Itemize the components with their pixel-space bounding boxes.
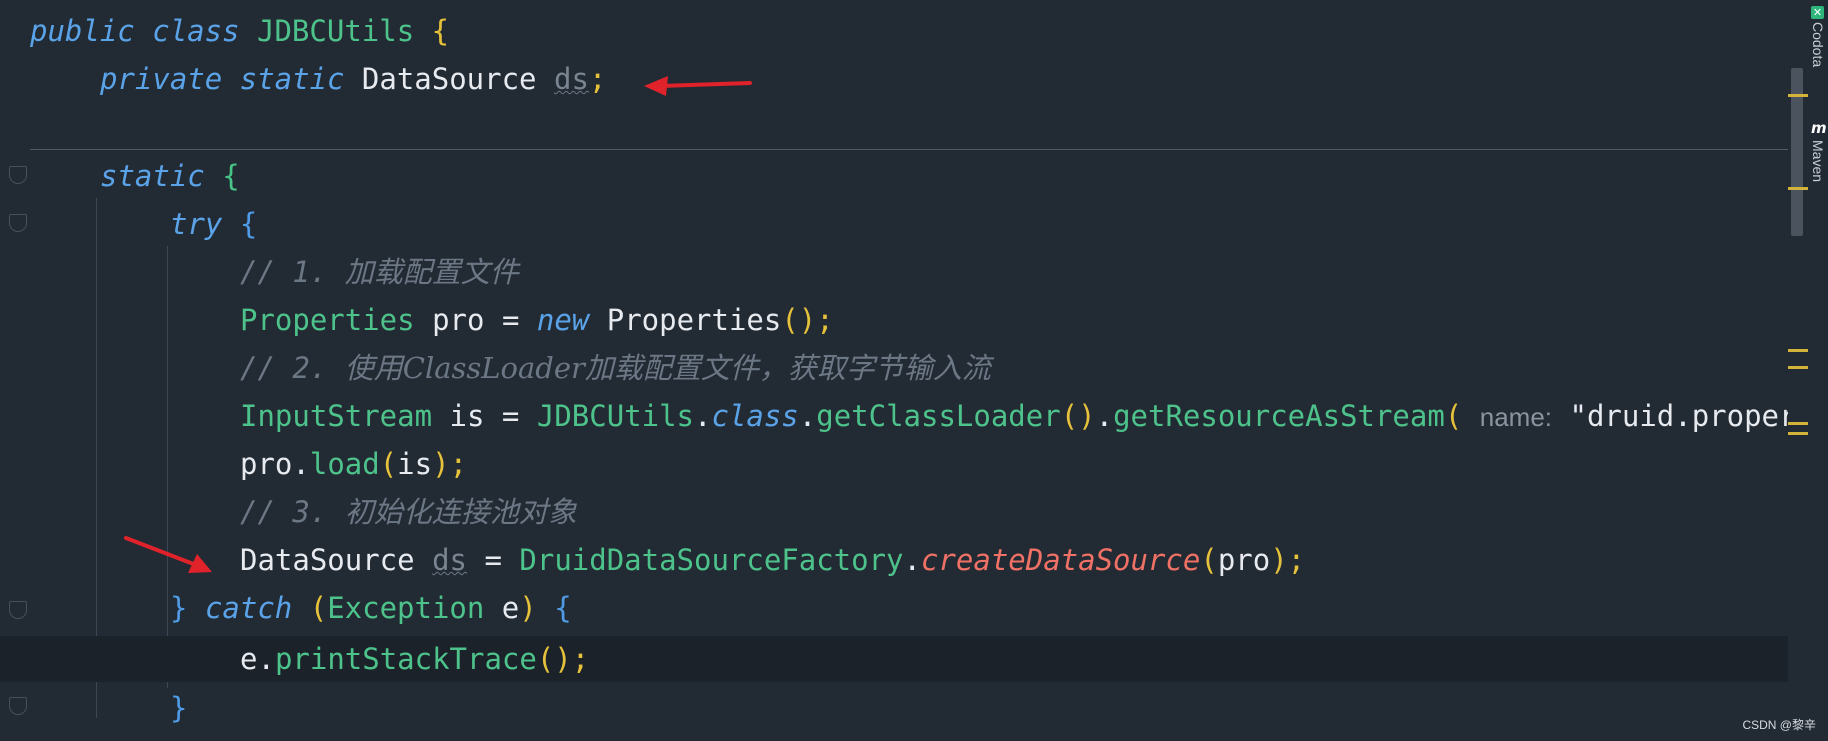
brace: {: [554, 591, 572, 625]
operator: =: [501, 399, 520, 433]
paren-open: (: [1200, 543, 1218, 577]
parens: (): [781, 303, 817, 337]
method-separator: [30, 149, 1808, 150]
brace: {: [431, 14, 450, 48]
code-line[interactable]: DataSource ds = DruidDataSourceFactory.c…: [0, 536, 1790, 584]
parens: (): [1060, 399, 1096, 433]
semicolon: ;: [1287, 543, 1306, 577]
keyword: private: [100, 62, 223, 96]
type-name: Properties: [240, 303, 415, 337]
right-tool-rail: ✕ Codota m Maven: [1808, 0, 1828, 741]
warning-marker[interactable]: [1788, 366, 1808, 369]
class-name: JDBCUtils: [536, 399, 694, 433]
semicolon: ;: [449, 447, 468, 481]
type-name: InputStream: [240, 399, 433, 433]
vertical-scrollbar[interactable]: [1788, 0, 1808, 741]
type-name: Exception: [327, 591, 485, 625]
code-line[interactable]: } catch (Exception e) {: [0, 584, 1790, 632]
method-call: getResourceAsStream: [1113, 399, 1445, 433]
comment-text: 使用ClassLoader加载配置文件，获取字节输入流: [344, 351, 991, 385]
brace: {: [222, 159, 240, 193]
variable: pro: [240, 447, 293, 481]
codota-icon[interactable]: ✕: [1811, 6, 1824, 19]
method-call: getClassLoader: [816, 399, 1061, 433]
keyword: class: [152, 14, 240, 48]
method-call: load: [309, 447, 380, 481]
paren-open: (: [309, 591, 328, 625]
code-line[interactable]: try {: [0, 200, 1790, 248]
current-code-line[interactable]: e.printStackTrace();: [0, 636, 1790, 682]
string-literal: "druid.propert: [1569, 399, 1814, 433]
type-name: DataSource: [361, 62, 537, 96]
keyword: class: [711, 399, 799, 433]
argument: is: [397, 447, 433, 481]
warning-marker[interactable]: [1788, 349, 1808, 352]
keyword: static: [239, 62, 345, 96]
variable: e: [240, 642, 258, 676]
code-line[interactable]: private static DataSource ds;: [0, 55, 1790, 103]
variable: pro: [432, 303, 485, 337]
maven-icon[interactable]: m: [1811, 121, 1827, 136]
operator: =: [484, 543, 502, 577]
warning-marker[interactable]: [1788, 94, 1808, 97]
comment-text: 加载配置文件: [344, 255, 519, 289]
comment-text: 初始化连接池对象: [344, 495, 577, 529]
keyword: static: [100, 159, 205, 193]
type-name: DataSource: [240, 543, 415, 577]
semicolon: ;: [588, 62, 607, 96]
dot: .: [903, 543, 921, 577]
paren-close: ): [519, 591, 537, 625]
paren-close: ): [1270, 543, 1288, 577]
class-name: JDBCUtils: [257, 14, 415, 48]
code-line[interactable]: static {: [0, 152, 1790, 200]
keyword: new: [536, 303, 590, 337]
code-line[interactable]: pro.load(is);: [0, 440, 1790, 488]
static-method-call: createDataSource: [920, 543, 1201, 577]
dot: .: [798, 399, 817, 433]
dot: .: [1095, 399, 1114, 433]
argument: pro: [1217, 543, 1271, 577]
comment-prefix: // 3.: [240, 495, 345, 529]
code-line[interactable]: // 3. 初始化连接池对象: [0, 488, 1790, 536]
parens: (): [536, 642, 572, 676]
paren-open: (: [379, 447, 398, 481]
code-line[interactable]: InputStream is = JDBCUtils.class.getClas…: [0, 392, 1814, 440]
variable: ds: [432, 543, 467, 577]
warning-marker[interactable]: [1788, 432, 1808, 435]
comment-prefix: // 2.: [240, 351, 345, 385]
paren-close: ): [432, 447, 450, 481]
code-line[interactable]: }: [0, 684, 1790, 732]
variable: e: [501, 591, 520, 625]
code-line[interactable]: // 1. 加载配置文件: [0, 248, 1790, 296]
keyword: catch: [204, 591, 293, 625]
dot: .: [257, 642, 275, 676]
keyword: public: [30, 14, 135, 48]
method-call: printStackTrace: [274, 642, 537, 676]
parameter-hint: name:: [1479, 402, 1553, 432]
brace: {: [239, 207, 258, 241]
keyword: try: [170, 207, 223, 241]
codota-tab[interactable]: Codota: [1810, 22, 1826, 67]
semicolon: ;: [571, 642, 590, 676]
dot: .: [292, 447, 310, 481]
operator: =: [501, 303, 520, 337]
semicolon: ;: [816, 303, 834, 337]
code-line[interactable]: // 2. 使用ClassLoader加载配置文件，获取字节输入流: [0, 344, 1790, 392]
maven-tab[interactable]: Maven: [1810, 140, 1826, 182]
watermark: CSDN @黎辛: [1742, 718, 1816, 732]
field-name: ds: [554, 62, 589, 96]
constructor: Properties: [606, 303, 782, 337]
paren-open: (: [1444, 399, 1463, 433]
comment-prefix: // 1.: [240, 255, 345, 289]
brace: }: [170, 591, 188, 625]
warning-marker[interactable]: [1788, 187, 1808, 190]
code-line[interactable]: Properties pro = new Properties();: [0, 296, 1790, 344]
warning-marker[interactable]: [1788, 422, 1808, 425]
variable: is: [449, 399, 485, 433]
class-name: DruidDataSourceFactory: [519, 543, 904, 577]
brace: }: [170, 691, 188, 725]
dot: .: [694, 399, 712, 433]
code-line[interactable]: public class JDBCUtils {: [0, 7, 1790, 55]
code-editor[interactable]: public class JDBCUtils { private static …: [0, 0, 1828, 741]
